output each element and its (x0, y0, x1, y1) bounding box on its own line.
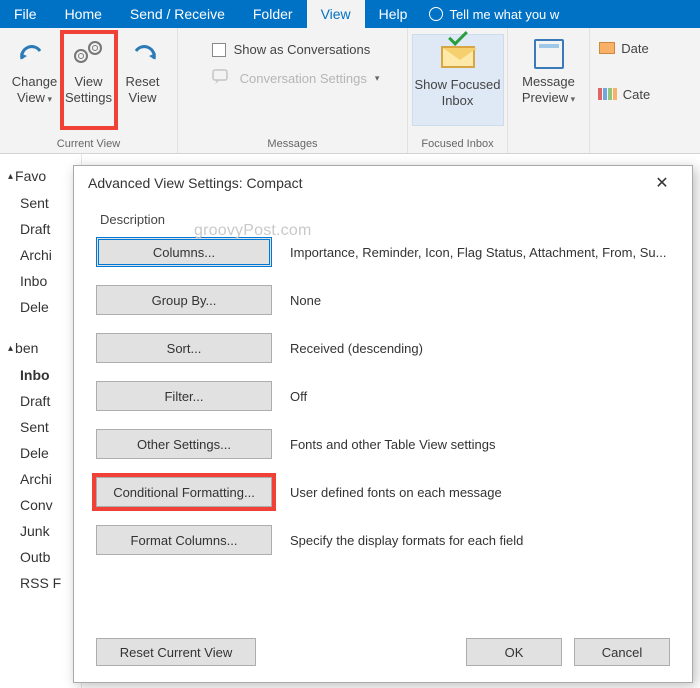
nav-item[interactable]: Sent (0, 414, 81, 440)
checkbox-icon (212, 43, 226, 57)
message-preview-button[interactable]: Message Preview ▾ (512, 32, 586, 128)
filter-button[interactable]: Filter... (96, 381, 272, 411)
nav-item[interactable]: Archi (0, 466, 81, 492)
dialog-title: Advanced View Settings: Compact (88, 175, 303, 191)
nav-section-favorites[interactable]: ▴Favo (0, 162, 81, 190)
close-button[interactable]: ✕ (642, 173, 682, 193)
nav-item[interactable]: Draft (0, 388, 81, 414)
conditional-formatting-button[interactable]: Conditional Formatting... (96, 477, 272, 507)
categories-icon (598, 88, 617, 100)
tell-me[interactable]: Tell me what you w (421, 0, 567, 28)
nav-item[interactable]: Outb (0, 544, 81, 570)
message-preview-label: Message Preview ▾ (514, 74, 584, 105)
cancel-button[interactable]: Cancel (574, 638, 670, 666)
conversation-settings-button: Conversation Settings ▾ (212, 69, 380, 88)
arrange-date-label: Date (621, 41, 648, 56)
show-as-conversations-label: Show as Conversations (234, 42, 371, 57)
group-arrange-by: Date Cate (590, 28, 652, 153)
arrange-categories[interactable]: Cate (598, 80, 650, 108)
date-icon (599, 42, 615, 54)
reset-icon (126, 36, 160, 72)
other-settings-value: Fonts and other Table View settings (290, 437, 495, 452)
tab-home[interactable]: Home (51, 0, 116, 28)
chat-icon (212, 69, 232, 88)
nav-item[interactable]: Dele (0, 440, 81, 466)
change-view-button[interactable]: Change View ▾ (8, 32, 62, 128)
group-label-current-view: Current View (6, 136, 171, 153)
filter-value: Off (290, 389, 307, 404)
group-focused-inbox: Show Focused Inbox Focused Inbox (408, 28, 508, 153)
group-arrangement: Message Preview ▾ (508, 28, 590, 153)
group-messages: Show as Conversations Conversation Setti… (178, 28, 408, 153)
nav-item[interactable]: RSS F (0, 570, 81, 596)
expand-icon: ▴ (8, 343, 13, 354)
tab-view[interactable]: View (307, 0, 365, 28)
nav-item[interactable]: Sent (0, 190, 81, 216)
nav-item[interactable]: Archi (0, 242, 81, 268)
conversation-settings-label: Conversation Settings (240, 71, 367, 86)
arrange-categories-label: Cate (623, 87, 650, 102)
group-label-messages: Messages (184, 136, 401, 153)
tab-send-receive[interactable]: Send / Receive (116, 0, 239, 28)
other-settings-button[interactable]: Other Settings... (96, 429, 272, 459)
group-current-view: Change View ▾ View Settings Reset View C… (0, 28, 178, 153)
format-columns-button[interactable]: Format Columns... (96, 525, 272, 555)
nav-item[interactable]: Inbo (0, 268, 81, 294)
tab-file[interactable]: File (0, 0, 51, 28)
columns-button[interactable]: Columns... (96, 237, 272, 267)
sort-button[interactable]: Sort... (96, 333, 272, 363)
tell-me-label: Tell me what you w (449, 7, 559, 22)
nav-item[interactable]: Junk (0, 518, 81, 544)
ok-button[interactable]: OK (466, 638, 562, 666)
show-as-conversations-checkbox[interactable]: Show as Conversations (212, 42, 371, 57)
dialog-titlebar: Advanced View Settings: Compact ✕ (74, 166, 692, 200)
sort-value: Received (descending) (290, 341, 423, 356)
expand-icon: ▴ (8, 171, 13, 182)
tab-help[interactable]: Help (365, 0, 422, 28)
group-label-arrangement (514, 136, 583, 153)
view-settings-label: View Settings (64, 74, 114, 105)
advanced-view-settings-dialog: Advanced View Settings: Compact ✕ Descri… (73, 165, 693, 683)
nav-item-inbox[interactable]: Inbo (0, 362, 81, 388)
focused-inbox-icon (441, 39, 475, 75)
nav-item[interactable]: Draft (0, 216, 81, 242)
conditional-formatting-value: User defined fonts on each message (290, 485, 502, 500)
show-focused-inbox-button[interactable]: Show Focused Inbox (412, 34, 504, 126)
view-settings-button[interactable]: View Settings (62, 32, 116, 128)
format-columns-value: Specify the display formats for each fie… (290, 533, 523, 548)
reset-view-button[interactable]: Reset View (116, 32, 170, 128)
show-focused-inbox-label: Show Focused Inbox (415, 77, 501, 108)
reset-view-label: Reset View (118, 74, 168, 105)
ribbon-tabstrip: File Home Send / Receive Folder View Hel… (0, 0, 700, 28)
arrange-date[interactable]: Date (599, 34, 648, 62)
reset-current-view-button[interactable]: Reset Current View (96, 638, 256, 666)
tab-folder[interactable]: Folder (239, 0, 307, 28)
nav-item[interactable]: Dele (0, 294, 81, 320)
nav-section-account[interactable]: ▴ben (0, 334, 81, 362)
columns-value: Importance, Reminder, Icon, Flag Status,… (290, 245, 666, 260)
dialog-description-label: Description (96, 212, 670, 227)
group-label-focused: Focused Inbox (414, 136, 501, 153)
change-view-icon (18, 36, 52, 72)
chevron-down-icon: ▾ (375, 73, 380, 84)
message-preview-icon (534, 36, 564, 72)
nav-item[interactable]: Conv (0, 492, 81, 518)
group-by-value: None (290, 293, 321, 308)
gear-icon (71, 36, 107, 72)
group-by-button[interactable]: Group By... (96, 285, 272, 315)
close-icon: ✕ (655, 175, 668, 192)
navigation-pane[interactable]: ▴Favo Sent Draft Archi Inbo Dele ▴ben In… (0, 154, 82, 688)
lightbulb-icon (429, 7, 443, 21)
ribbon: Change View ▾ View Settings Reset View C… (0, 28, 700, 154)
change-view-label: Change View ▾ (10, 74, 60, 105)
